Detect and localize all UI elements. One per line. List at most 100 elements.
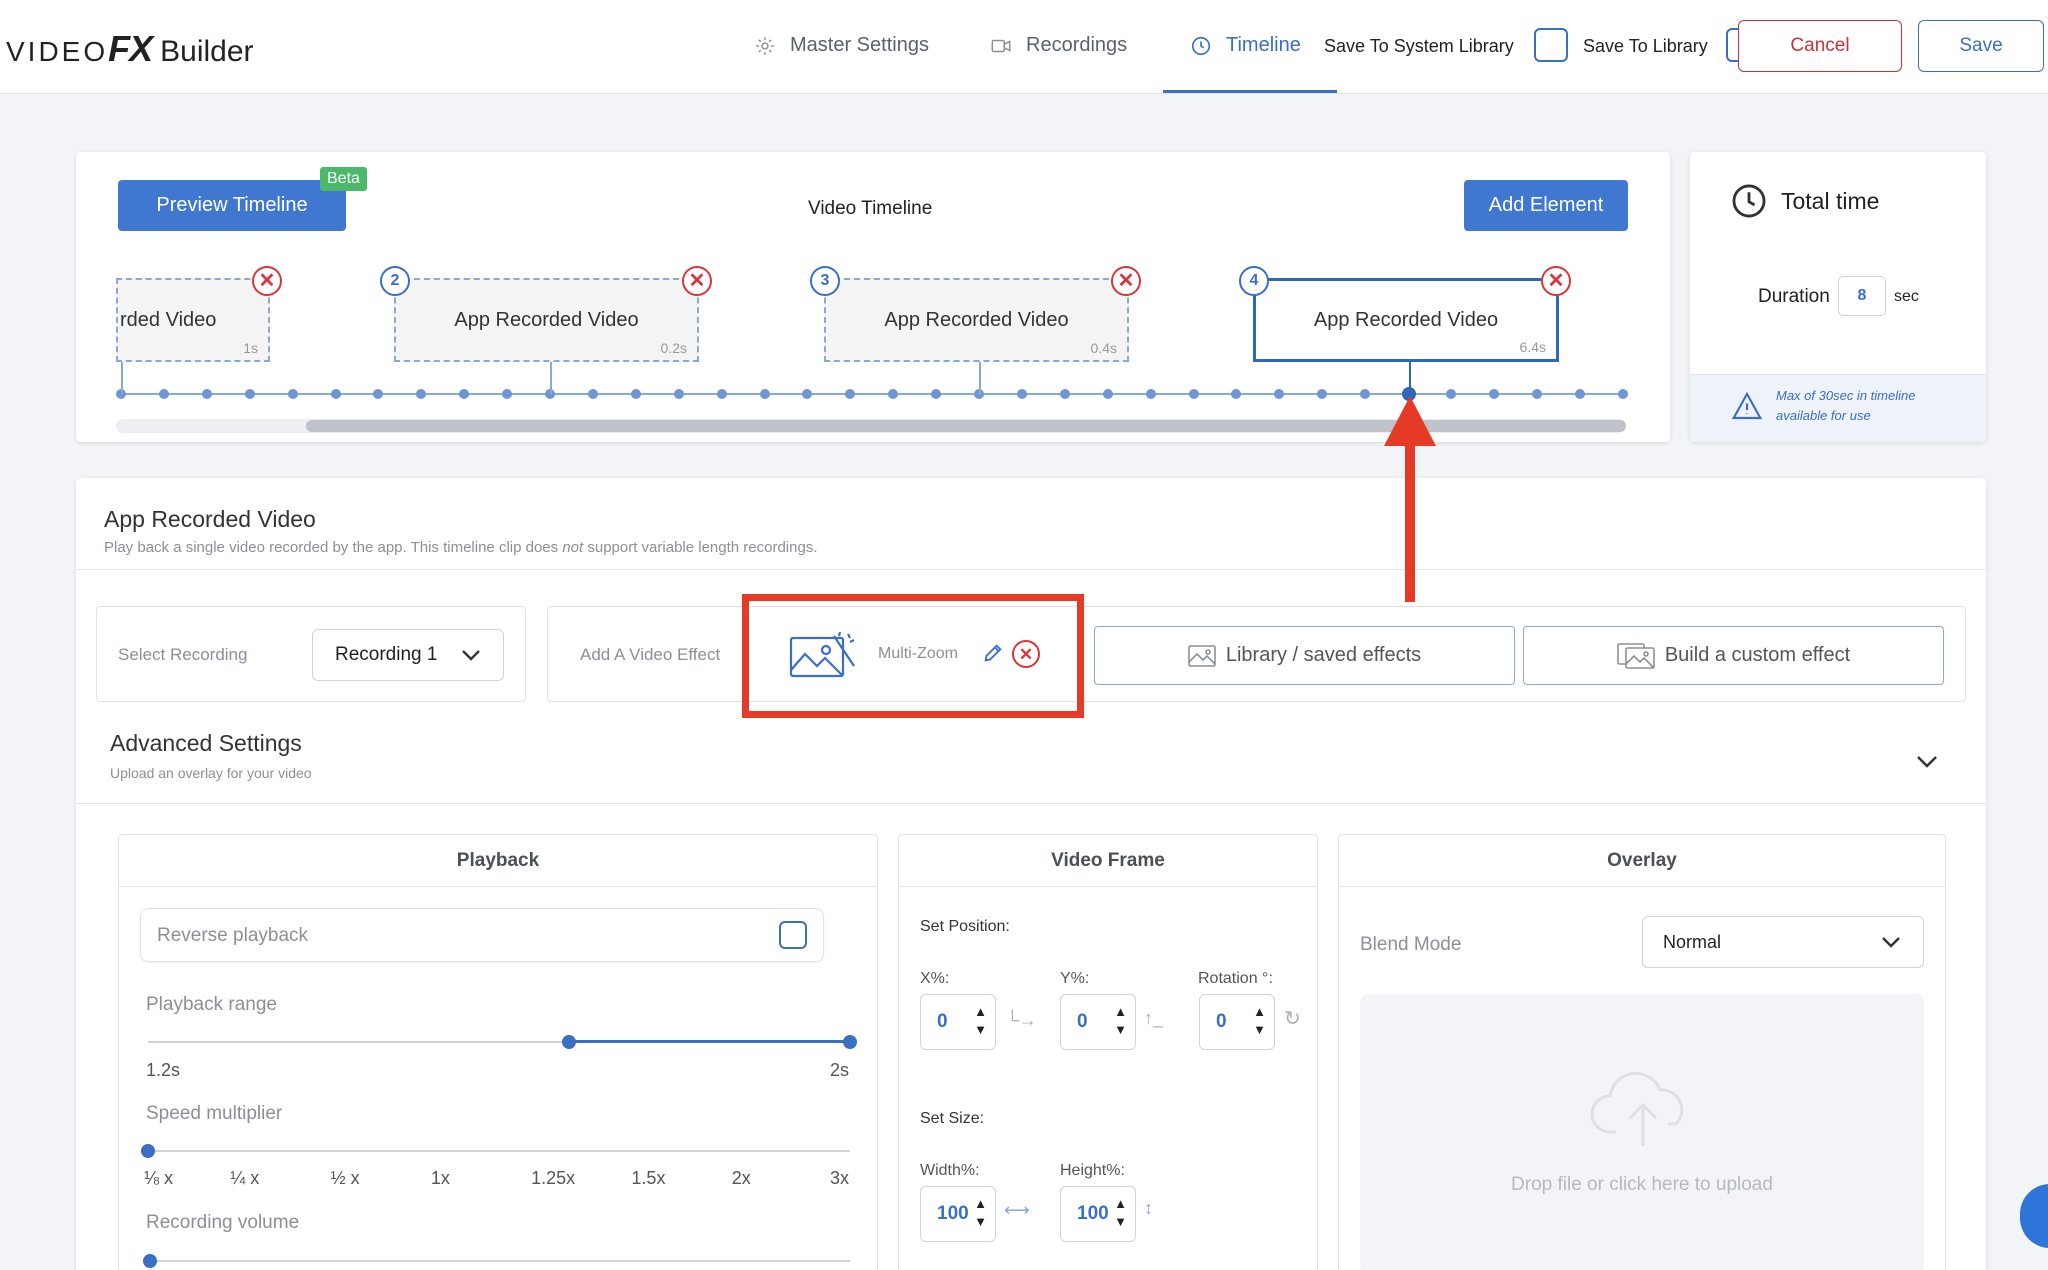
- range-max-label: 2s: [830, 1060, 850, 1080]
- tab-recordings[interactable]: Recordings: [990, 34, 1127, 57]
- cancel-button[interactable]: Cancel: [1738, 20, 1902, 72]
- recording-select[interactable]: Recording 1: [312, 629, 504, 681]
- x-percent-input[interactable]: 0 ▲ ▼: [920, 994, 996, 1050]
- blend-mode-select[interactable]: Normal: [1642, 916, 1924, 968]
- tab-label: Timeline: [1226, 34, 1301, 56]
- stepper-arrows-icon[interactable]: ▲ ▼: [1114, 1003, 1127, 1039]
- chevron-down-icon: [462, 650, 480, 661]
- save-button[interactable]: Save: [1918, 20, 2044, 72]
- duration-unit: sec: [1894, 288, 1919, 305]
- advanced-settings-title: Advanced Settings: [110, 730, 302, 756]
- stepper-arrows-icon[interactable]: ▲ ▼: [974, 1195, 987, 1231]
- timeline-clip-3[interactable]: App Recorded Video 0.4s: [824, 278, 1129, 362]
- timeline-tick: [716, 389, 727, 399]
- clip-number-badge: 4: [1239, 266, 1269, 296]
- width-arrows-icon: ⟷: [1004, 1200, 1030, 1220]
- playback-range-label: Playback range: [146, 994, 277, 1015]
- clip-label: App Recorded Video: [454, 308, 639, 331]
- clip-connector: [550, 360, 552, 394]
- reverse-playback-label: Reverse playback: [157, 925, 309, 946]
- warning-icon: [1731, 391, 1763, 420]
- timeline-tick: [244, 389, 255, 399]
- reverse-playback-checkbox[interactable]: [779, 921, 807, 949]
- speed-option-label: 3x: [830, 1168, 850, 1188]
- active-tab-indicator: [1163, 90, 1337, 93]
- remove-clip-icon[interactable]: ✕: [682, 266, 712, 296]
- x-percent-label: X%:: [920, 970, 950, 987]
- video-timeline-title: Video Timeline: [808, 198, 933, 219]
- divider: [76, 803, 1986, 804]
- timeline-tick: [287, 389, 298, 399]
- range-end-handle[interactable]: [843, 1035, 857, 1049]
- build-custom-effect-button[interactable]: Build a custom effect: [1523, 626, 1944, 685]
- timeline-tick: [1188, 389, 1199, 399]
- reverse-playback-row[interactable]: Reverse playback: [140, 908, 824, 962]
- blend-mode-label: Blend Mode: [1360, 934, 1462, 955]
- rotation-input[interactable]: 0 ▲ ▼: [1199, 994, 1275, 1050]
- y-percent-input[interactable]: 0 ▲ ▼: [1060, 994, 1136, 1050]
- tab-timeline[interactable]: Timeline: [1190, 34, 1301, 57]
- video-camera-icon: [991, 39, 1011, 52]
- divider: [118, 886, 878, 887]
- add-effect-label: Add A Video Effect: [580, 645, 721, 664]
- remove-clip-icon[interactable]: ✕: [1111, 266, 1141, 296]
- save-system-library-label: Save To System Library: [1324, 36, 1514, 56]
- speed-slider-handle[interactable]: [141, 1144, 155, 1158]
- speed-slider-track[interactable]: [148, 1150, 850, 1152]
- timeline-tick: [201, 389, 212, 399]
- stepper-arrows-icon[interactable]: ▲ ▼: [974, 1003, 987, 1039]
- advanced-settings-description: Upload an overlay for your video: [110, 765, 312, 781]
- speed-multiplier-label: Speed multiplier: [146, 1103, 283, 1124]
- remove-clip-icon[interactable]: ✕: [1541, 266, 1571, 296]
- timeline-tick: [1531, 389, 1542, 399]
- app-logo: VIDEOFX Builder: [6, 28, 254, 69]
- speed-option-label: 2x: [731, 1168, 751, 1188]
- add-element-button[interactable]: Add Element: [1464, 180, 1628, 231]
- timeline-clip-4[interactable]: App Recorded Video 6.4s: [1253, 278, 1559, 362]
- clip-connector: [121, 360, 123, 394]
- speed-option-label: 1x: [430, 1168, 450, 1188]
- clip-panel-description: Play back a single video recorded by the…: [104, 539, 818, 556]
- divider: [898, 886, 1318, 887]
- chevron-down-icon[interactable]: [1916, 754, 1938, 770]
- chevron-down-icon: [1882, 937, 1900, 948]
- clip-label: rded Video: [120, 308, 217, 331]
- timeline-tick: [330, 389, 341, 399]
- save-system-library-checkbox[interactable]: [1534, 28, 1568, 62]
- y-percent-label: Y%:: [1060, 970, 1090, 987]
- remove-clip-icon[interactable]: ✕: [252, 266, 282, 296]
- volume-slider-handle[interactable]: [143, 1254, 157, 1268]
- warning-text: Max of 30sec in timeline available for u…: [1776, 388, 1916, 423]
- height-percent-input[interactable]: 100 ▲ ▼: [1060, 1186, 1136, 1242]
- clip-panel-title: App Recorded Video: [104, 506, 316, 532]
- timeline-clip-1[interactable]: rded Video 1s: [116, 278, 270, 362]
- overlay-upload-dropzone[interactable]: Drop file or click here to upload: [1360, 994, 1924, 1270]
- clip-number-badge: 3: [810, 266, 840, 296]
- clip-duration: 0.2s: [660, 340, 687, 356]
- duration-input[interactable]: 8: [1838, 276, 1886, 316]
- timeline-tick: [1617, 389, 1628, 399]
- width-percent-input[interactable]: 100 ▲ ▼: [920, 1186, 996, 1242]
- timeline-clip-2[interactable]: App Recorded Video 0.2s: [394, 278, 699, 362]
- recording-select-value: Recording 1: [335, 644, 438, 665]
- stepper-arrows-icon[interactable]: ▲ ▼: [1253, 1003, 1266, 1039]
- x-axis-icon: └→: [1006, 1010, 1037, 1030]
- chat-support-button[interactable]: [2020, 1184, 2048, 1248]
- tab-label: Recordings: [1026, 34, 1128, 56]
- set-position-label: Set Position:: [920, 918, 1010, 935]
- speed-option-label: 1.5x: [631, 1168, 666, 1188]
- tab-master-settings[interactable]: Master Settings: [754, 34, 929, 57]
- stepper-arrows-icon[interactable]: ▲ ▼: [1114, 1195, 1127, 1231]
- preview-timeline-button[interactable]: Preview Timeline: [118, 180, 346, 231]
- recording-volume-label: Recording volume: [146, 1212, 300, 1233]
- speed-option-label: ¼ x: [230, 1168, 260, 1188]
- divider: [76, 569, 1986, 570]
- volume-slider-track[interactable]: [148, 1260, 850, 1262]
- height-percent-label: Height%:: [1060, 1162, 1125, 1179]
- clip-label: App Recorded Video: [1313, 308, 1499, 331]
- library-saved-effects-button[interactable]: Library / saved effects: [1094, 626, 1515, 685]
- clock-icon: [1191, 36, 1211, 55]
- y-axis-icon: ↑_: [1144, 1008, 1164, 1028]
- clip-duration: 0.4s: [1090, 340, 1117, 356]
- clock-icon: [1732, 184, 1766, 218]
